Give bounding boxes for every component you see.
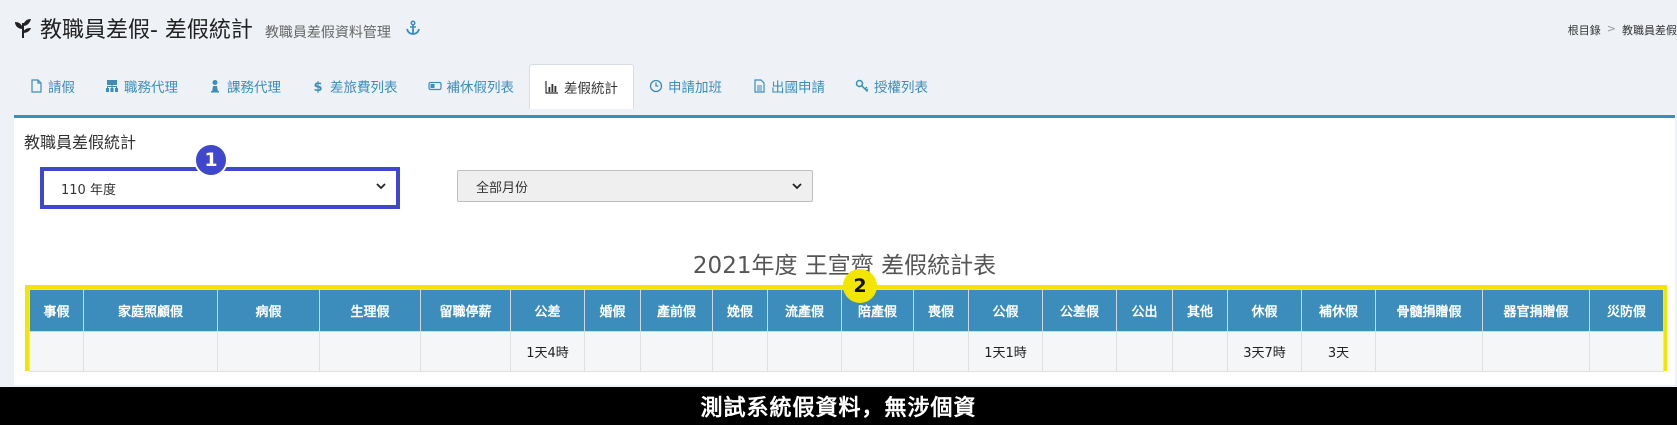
tab-authorization-list-label: 授權列表 <box>874 80 928 96</box>
table-cell: 3天 <box>1301 331 1376 372</box>
tab-leave[interactable]: 請假 <box>14 64 90 108</box>
tab-overtime-request[interactable]: 申請加班 <box>634 64 737 108</box>
table-header-cell: 公差 <box>510 289 585 332</box>
table-body: 1天4時 1天1時 3天7時 3天 <box>29 331 1664 372</box>
tab-course-agent-label: 課務代理 <box>227 80 281 96</box>
table-header-cell: 婚假 <box>584 289 641 332</box>
table-header-cell: 產前假 <box>640 289 713 332</box>
clock-icon <box>649 79 663 93</box>
tab-course-agent[interactable]: 課務代理 <box>193 64 296 108</box>
table-cell <box>1172 331 1228 372</box>
tab-duty-agent-label: 職務代理 <box>124 80 178 96</box>
table-cell <box>29 331 84 372</box>
user-icon <box>211 80 219 93</box>
table-header-cell: 喪假 <box>913 289 969 332</box>
document-icon <box>754 79 765 93</box>
table-cell <box>767 331 842 372</box>
breadcrumb-separator: > <box>1606 22 1616 35</box>
statistics-panel: 教職員差假統計 110 年度 1 全部月份 2021年度 王宣齊 差假統計表 事… <box>14 115 1675 385</box>
table-cell <box>1589 331 1664 372</box>
table-header-cell: 災防假 <box>1589 289 1664 332</box>
tab-bar: 請假 職務代理 課務代理 $ 差旅費列表 補休假列表 差假統計 申請加班 出國申… <box>14 64 943 109</box>
panel-title: 教職員差假統計 <box>24 133 137 152</box>
leave-statistics-table: 事假 家庭照顧假 病假 生理假 留職停薪 公差 婚假 產前假 娩假 流產假 陪產假 喪假 公假 公差假 公出… <box>29 289 1664 372</box>
table-row: 1天4時 1天1時 3天7時 3天 <box>29 331 1664 372</box>
month-select-value: 全部月份 <box>476 180 529 196</box>
breadcrumb-item-current: 教職員差假 <box>1622 24 1677 37</box>
breadcrumb: 根目錄 > 教職員差假 <box>1568 22 1677 38</box>
file-icon <box>31 79 42 93</box>
tab-travel-expenses[interactable]: $ 差旅費列表 <box>296 64 413 108</box>
table-cell <box>712 331 768 372</box>
year-select-value: 110 年度 <box>61 182 116 198</box>
table-header-cell: 生理假 <box>319 289 421 332</box>
statistics-table-highlight: 事假 家庭照顧假 病假 生理假 留職停薪 公差 婚假 產前假 娩假 流產假 陪產假 喪假 公假 公差假 公出… <box>25 285 1667 372</box>
tab-comp-leave-list-label: 補休假列表 <box>446 80 515 96</box>
page-title: 教職員差假- 差假統計 <box>40 18 253 43</box>
bar-chart-icon <box>545 81 558 94</box>
dollar-icon: $ <box>313 80 322 93</box>
sitemap-icon <box>106 80 118 92</box>
toggle-icon <box>427 81 442 91</box>
table-header-cell: 流產假 <box>767 289 842 332</box>
page-header: 教職員差假- 差假統計 教職員差假資料管理 根目錄 > 教職員差假 <box>0 0 1677 60</box>
tab-leave-statistics-label: 差假統計 <box>564 81 618 97</box>
footer-disclaimer: 測試系統假資料，無涉個資 <box>0 387 1677 425</box>
chevron-down-icon <box>792 183 802 190</box>
tab-travel-expenses-label: 差旅費列表 <box>330 80 398 96</box>
table-cell <box>217 331 320 372</box>
page-title-group: 教職員差假- 差假統計 教職員差假資料管理 <box>12 12 421 44</box>
table-cell <box>841 331 914 372</box>
table-cell: 1天4時 <box>510 331 585 372</box>
month-select[interactable]: 全部月份 <box>457 170 813 202</box>
table-header-cell: 公出 <box>1116 289 1173 332</box>
table-header-cell: 器官捐贈假 <box>1482 289 1590 332</box>
table-cell <box>83 331 218 372</box>
table-cell: 3天7時 <box>1227 331 1302 372</box>
annotation-badge-1: 1 <box>194 143 228 177</box>
tab-duty-agent[interactable]: 職務代理 <box>90 64 193 108</box>
tab-overseas-request[interactable]: 出國申請 <box>737 64 840 108</box>
table-header-cell: 公假 <box>968 289 1043 332</box>
report-title: 2021年度 王宣齊 差假統計表 <box>692 253 997 279</box>
tab-overtime-request-label: 申請加班 <box>668 80 722 96</box>
tab-authorization-list[interactable]: 授權列表 <box>840 64 943 108</box>
tab-leave-statistics[interactable]: 差假統計 <box>529 64 634 109</box>
annotation-badge-2: 2 <box>843 269 877 303</box>
table-header-cell: 公差假 <box>1042 289 1117 332</box>
table-cell: 1天1時 <box>968 331 1043 372</box>
table-header-cell: 病假 <box>217 289 320 332</box>
table-cell <box>1042 331 1117 372</box>
table-header-cell: 事假 <box>29 289 84 332</box>
table-cell <box>420 331 511 372</box>
tab-comp-leave-list[interactable]: 補休假列表 <box>413 64 530 108</box>
table-cell <box>1482 331 1590 372</box>
leaf-icon <box>15 19 31 39</box>
tab-leave-label: 請假 <box>48 80 75 96</box>
tab-overseas-request-label: 出國申請 <box>771 80 825 96</box>
table-header-cell: 其他 <box>1172 289 1228 332</box>
table-header-cell: 留職停薪 <box>420 289 511 332</box>
table-header-cell: 休假 <box>1227 289 1302 332</box>
svg-text:$: $ <box>313 80 322 93</box>
table-cell <box>319 331 421 372</box>
table-header-cell: 娩假 <box>712 289 768 332</box>
anchor-icon[interactable] <box>405 20 421 36</box>
table-cell <box>1375 331 1483 372</box>
chevron-down-icon <box>376 183 386 190</box>
table-cell <box>1116 331 1173 372</box>
table-header-cell: 家庭照顧假 <box>83 289 218 332</box>
table-header-cell: 補休假 <box>1301 289 1376 332</box>
table-cell <box>913 331 969 372</box>
key-icon <box>855 79 869 93</box>
breadcrumb-item-root[interactable]: 根目錄 <box>1568 22 1601 38</box>
page-subtitle: 教職員差假資料管理 <box>264 25 391 41</box>
table-cell <box>584 331 641 372</box>
table-header-cell: 骨髓捐贈假 <box>1375 289 1483 332</box>
table-cell <box>640 331 713 372</box>
